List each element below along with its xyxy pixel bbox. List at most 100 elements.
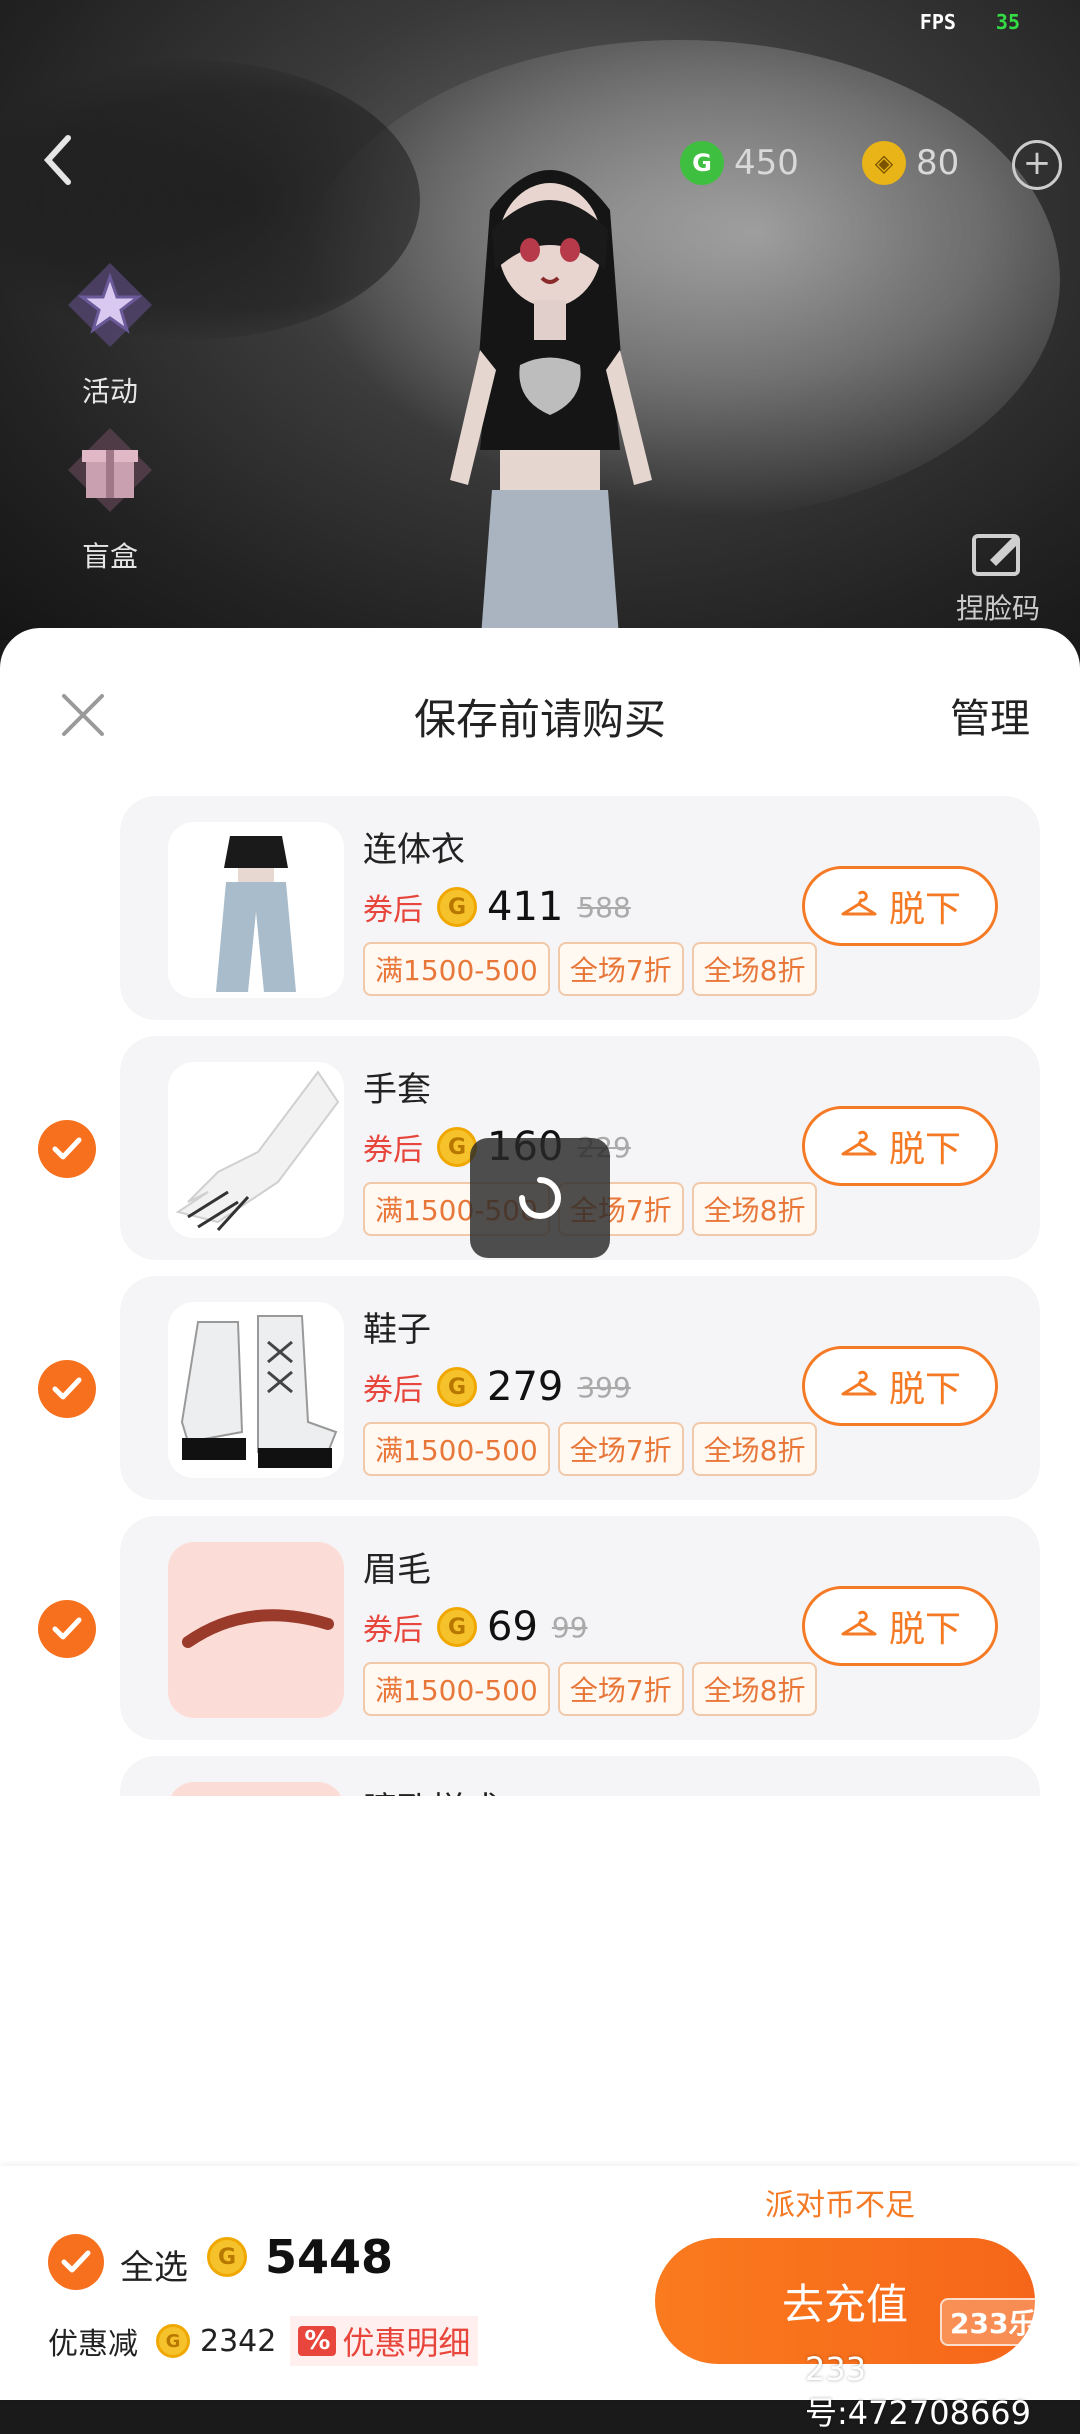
discount-row: 优惠减 G 2342 % 优惠明细 xyxy=(48,2316,479,2366)
promo-tags: 满1500-500 全场7折 全场8折 xyxy=(363,1662,818,1716)
item-row[interactable]: 鞋子券后 G 279 399 满1500-500 全场7折 全场8折 脱下 xyxy=(0,1276,1080,1500)
checkmark-icon xyxy=(52,1137,82,1160)
activity-button[interactable]: 活动 xyxy=(55,255,165,410)
discount-value: 2342 xyxy=(200,2323,277,2359)
item-price-row: 券后 G 279 399 xyxy=(363,1362,631,1412)
party-coin-balance: ◈ 80 xyxy=(862,138,959,188)
item-card[interactable]: 瞳孔样式券后G4159满1500-500全场7折全场8折脱下 xyxy=(120,1756,1040,1796)
total-value: 5448 xyxy=(265,2230,394,2284)
discount-label: 优惠减 xyxy=(48,2327,138,2362)
blindbox-button[interactable]: 盲盒 xyxy=(55,420,165,575)
activity-label: 活动 xyxy=(81,375,138,408)
item-checkbox[interactable] xyxy=(38,1360,96,1418)
take-off-button[interactable]: 脱下 xyxy=(802,866,998,946)
hanger-icon xyxy=(841,1130,877,1156)
promo-tag: 全场7折 xyxy=(557,1662,684,1716)
checkmark-icon xyxy=(52,1377,82,1400)
face-code-label: 捏脸码 xyxy=(955,592,1040,625)
select-all-checkbox[interactable] xyxy=(48,2234,104,2290)
fps-value: 35 xyxy=(995,10,1020,34)
promo-tags: 满1500-500 全场7折 全场8折 xyxy=(363,942,818,996)
take-off-label: 脱下 xyxy=(888,1609,961,1650)
item-row[interactable]: 瞳孔样式券后G4159满1500-500全场7折全场8折脱下 xyxy=(0,1756,1080,1796)
item-thumbnail xyxy=(168,1062,344,1238)
user-id-watermark: 233号:472708669 xyxy=(805,2350,1032,2432)
g-coin-value: 450 xyxy=(734,143,799,183)
manage-button[interactable]: 管理 xyxy=(950,686,1030,744)
gold-coin-icon: G xyxy=(437,1607,477,1647)
item-row[interactable]: 连体衣 券后 G 411 588 满1500-500 全场7折 全场8折 脱下 xyxy=(0,796,1080,1020)
gold-coin-icon: G xyxy=(156,2324,190,2358)
hanger-icon xyxy=(841,890,877,916)
take-off-button[interactable]: 脱下 xyxy=(802,1106,998,1186)
promo-tag: 全场8折 xyxy=(691,1422,818,1476)
promo-tags: 满1500-500 全场7折 全场8折 xyxy=(363,1422,818,1476)
green-g-coin-icon: G xyxy=(680,141,724,185)
take-off-label: 脱下 xyxy=(888,1129,961,1170)
add-currency-button[interactable]: + xyxy=(1012,140,1062,190)
g-coin-balance: G 450 xyxy=(680,138,799,188)
promo-tag: 全场7折 xyxy=(557,942,684,996)
edit-face-icon xyxy=(972,534,1020,576)
item-thumbnail xyxy=(168,822,344,998)
item-list[interactable]: 连体衣券后G411588满1500-500全场7折全场8折脱下手套券后G1602… xyxy=(0,796,1080,1796)
face-code-button[interactable]: 捏脸码 xyxy=(938,530,1058,627)
gold-party-coin-icon: ◈ xyxy=(862,141,906,185)
item-card[interactable]: 连体衣 券后 G 411 588 满1500-500 全场7折 全场8折 脱下 xyxy=(120,796,1040,1020)
item-original-price: 588 xyxy=(577,890,631,924)
item-card[interactable]: 鞋子券后 G 279 399 满1500-500 全场7折 全场8折 脱下 xyxy=(120,1276,1040,1500)
party-coin-value: 80 xyxy=(916,143,960,183)
item-name: 手套 xyxy=(363,1070,431,1110)
avatar-scene: FPS 35 G 450 ◈ 80 + 活动 盲盒 捏脸码 xyxy=(0,0,1080,640)
item-thumbnail xyxy=(168,1542,344,1718)
after-coupon-label: 券后 xyxy=(363,1133,423,1168)
loading-spinner xyxy=(470,1138,610,1258)
gift-box-icon xyxy=(68,428,152,512)
item-checkbox[interactable] xyxy=(38,1120,96,1178)
avatar-character xyxy=(450,170,652,640)
promo-tag: 全场8折 xyxy=(691,1182,818,1236)
checkout-bar: 派对币不足 全选 G 5448 优惠减 G 2342 % 优惠明细 去充值 23… xyxy=(0,2166,1080,2432)
gold-coin-icon: G xyxy=(207,2237,247,2277)
item-name: 眉毛 xyxy=(363,1550,431,1590)
hanger-icon xyxy=(841,1370,877,1396)
discount-detail-link[interactable]: % 优惠明细 xyxy=(290,2316,479,2366)
select-all-label[interactable]: 全选 xyxy=(120,2240,188,2289)
star-activity-icon xyxy=(68,263,152,347)
item-original-price: 399 xyxy=(577,1370,631,1404)
item-original-price: 99 xyxy=(551,1610,588,1644)
item-name: 鞋子 xyxy=(363,1310,431,1350)
percent-badge-icon: % xyxy=(298,2326,337,2356)
item-card[interactable]: 眉毛 券后 G 69 99 满1500-500 全场7折 全场8折 脱下 xyxy=(120,1516,1040,1740)
dragon-wing xyxy=(300,40,1060,520)
after-coupon-label: 券后 xyxy=(363,1373,423,1408)
take-off-button[interactable]: 脱下 xyxy=(802,1586,998,1666)
gold-coin-icon: G xyxy=(437,1367,477,1407)
item-thumbnail xyxy=(168,1302,344,1478)
item-price: 411 xyxy=(487,884,564,930)
item-checkbox[interactable] xyxy=(38,1600,96,1658)
total-price: G 5448 xyxy=(207,2230,393,2284)
promo-tag: 全场7折 xyxy=(557,1422,684,1476)
hanger-icon xyxy=(841,1610,877,1636)
brand-watermark: 233乐园 xyxy=(940,2298,1075,2346)
item-price: 279 xyxy=(487,1364,564,1410)
promo-tag: 满1500-500 xyxy=(363,1422,550,1476)
take-off-label: 脱下 xyxy=(888,889,961,930)
after-coupon-label: 券后 xyxy=(363,893,423,928)
promo-tag: 满1500-500 xyxy=(363,1662,550,1716)
promo-tag: 全场8折 xyxy=(691,942,818,996)
promo-tag: 全场8折 xyxy=(691,1662,818,1716)
fps-counter: FPS 35 xyxy=(920,10,1020,34)
item-row[interactable]: 眉毛 券后 G 69 99 满1500-500 全场7折 全场8折 脱下 xyxy=(0,1516,1080,1740)
back-arrow-icon[interactable] xyxy=(38,130,78,190)
item-name: 瞳孔样式 xyxy=(363,1782,499,1796)
take-off-button[interactable]: 脱下 xyxy=(802,1346,998,1426)
item-thumbnail xyxy=(168,1782,344,1796)
discount-detail-label: 优惠明细 xyxy=(342,2324,471,2362)
after-coupon-label: 券后 xyxy=(363,1613,423,1648)
item-price: 69 xyxy=(487,1604,538,1650)
checkmark-icon xyxy=(61,2250,91,2273)
fps-label: FPS xyxy=(919,10,956,34)
item-price-row: 券后 G 411 588 xyxy=(363,882,631,932)
